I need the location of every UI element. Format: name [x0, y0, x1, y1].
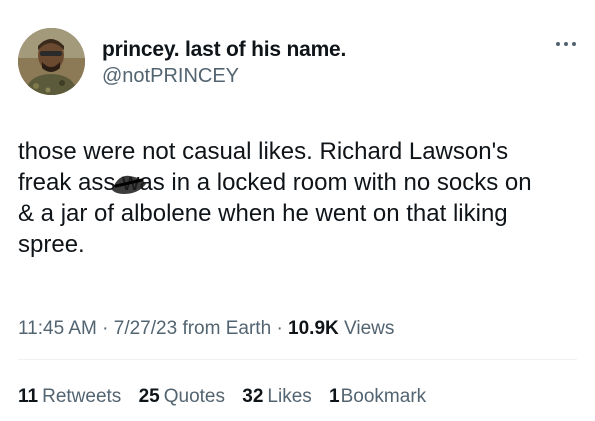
likes-stat[interactable]: 32 Likes — [242, 386, 312, 407]
tweet-line: freak ass was in a locked room with no s… — [18, 169, 532, 196]
retweets-stat[interactable]: 11 Retweets — [18, 386, 121, 407]
retweets-count: 11 — [18, 386, 39, 407]
tweet-line: those were not casual likes. Richard Law… — [18, 138, 509, 165]
bookmarks-count: 1 — [329, 386, 340, 407]
bookmarks-stat[interactable]: 1Bookmark — [329, 386, 426, 407]
avatar[interactable] — [18, 28, 85, 95]
meta-separator: · — [102, 318, 109, 339]
retweets-label: Retweets — [42, 386, 122, 407]
quotes-count: 25 — [138, 386, 160, 407]
views-label: Views — [344, 318, 395, 339]
tweet-meta: 11:45 AM · 7/27/23 from Earth · 10.9K Vi… — [18, 318, 394, 340]
profile-photo — [18, 28, 85, 95]
divider — [18, 359, 577, 360]
tweet-date[interactable]: 7/27/23 — [114, 318, 177, 339]
tweet-text: those were not casual likes. Richard Law… — [18, 136, 578, 260]
bookmarks-label: Bookmark — [340, 386, 427, 407]
tweet-time[interactable]: 11:45 AM — [18, 318, 97, 339]
engagement-stats: 11 Retweets 25 Quotes 32 Likes 1Bookmark — [18, 386, 438, 408]
likes-count: 32 — [242, 386, 264, 407]
tweet-line: & a jar of albolene when he went on that… — [18, 200, 508, 227]
likes-label: Likes — [267, 386, 312, 407]
meta-separator: · — [276, 318, 283, 339]
scribble-mark — [112, 175, 146, 194]
tweet-line: spree. — [18, 231, 85, 258]
quotes-stat[interactable]: 25 Quotes — [139, 386, 225, 407]
author-handle[interactable]: @notPRINCEY — [102, 65, 239, 88]
tweet-source: from Earth — [182, 318, 272, 339]
author-display-name[interactable]: princey. last of his name. — [102, 38, 346, 62]
views-count: 10.9K — [288, 318, 339, 339]
ellipsis-icon[interactable] — [553, 37, 579, 51]
quotes-label: Quotes — [163, 386, 225, 407]
